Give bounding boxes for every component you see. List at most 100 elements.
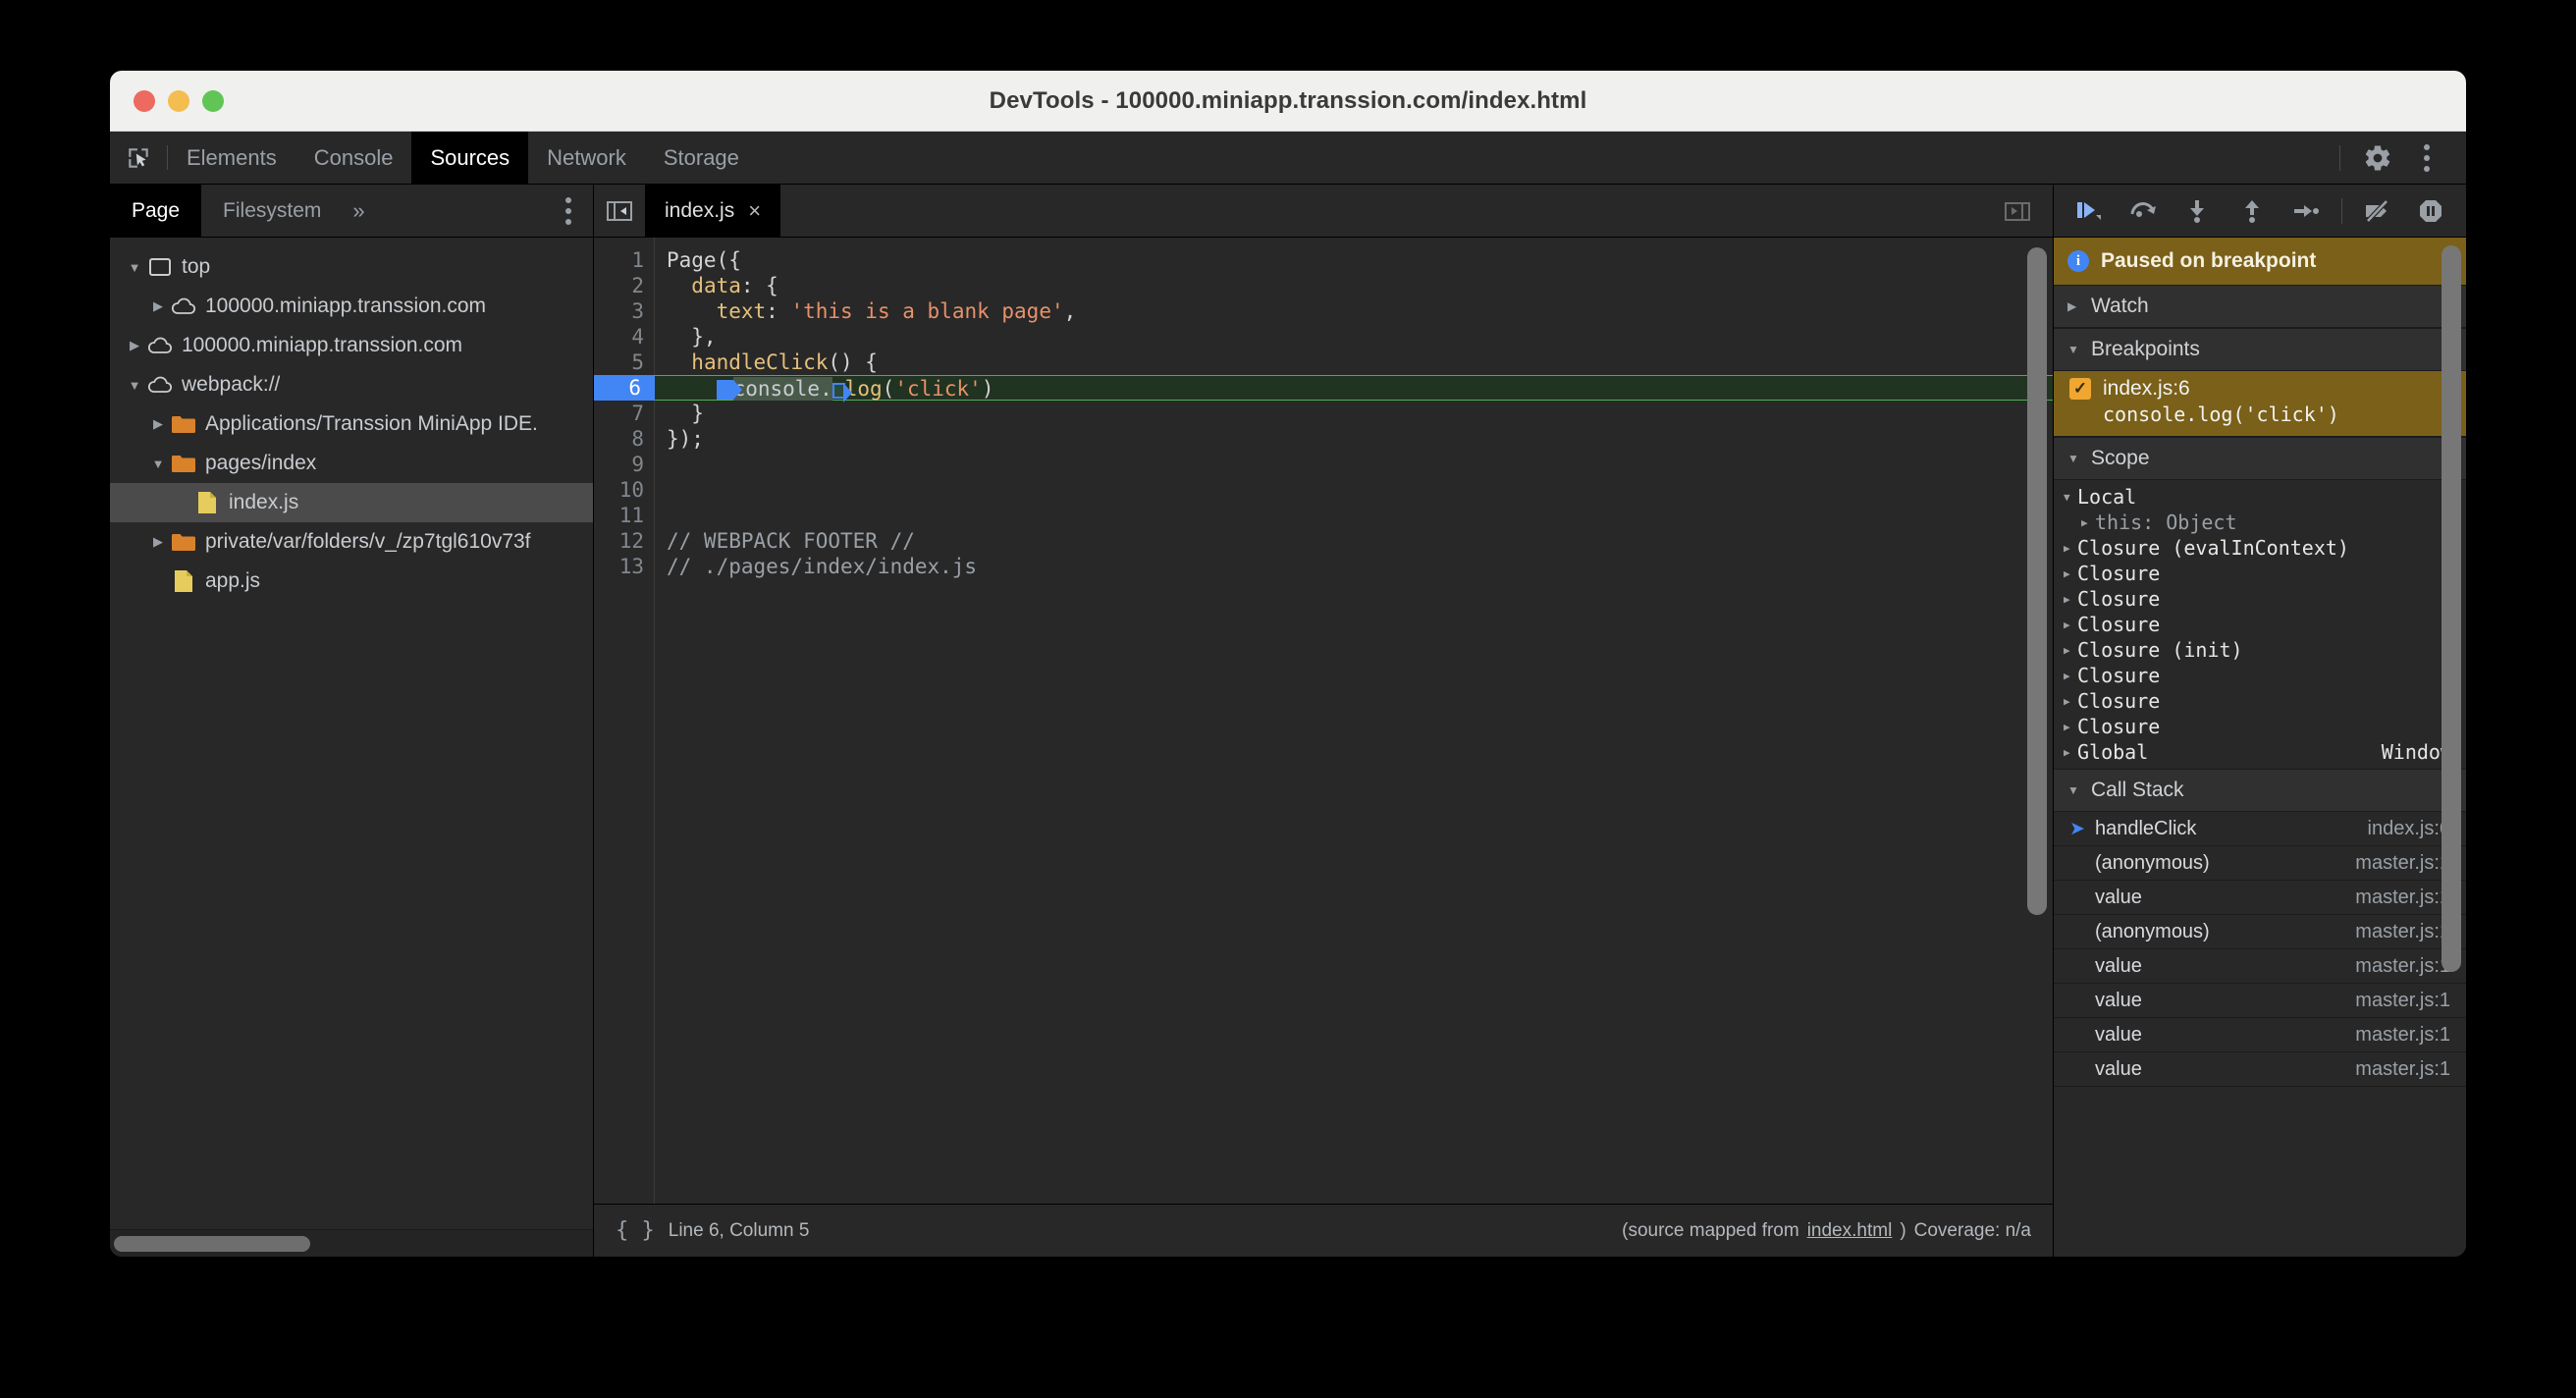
scrollbar-thumb[interactable]: [114, 1235, 310, 1252]
code-line-6-executing[interactable]: console. log('click'): [655, 375, 2053, 403]
nav-tab-filesystem[interactable]: Filesystem: [201, 185, 343, 237]
code-line-11[interactable]: [667, 503, 2053, 528]
tree-item-applications-folder[interactable]: ▶ Applications/Transsion MiniApp IDE.: [110, 404, 593, 444]
tab-storage[interactable]: Storage: [645, 132, 758, 184]
twisty-icon[interactable]: ▼: [147, 457, 169, 471]
toggle-navigator-button[interactable]: [594, 185, 645, 237]
tree-item-pages-index-folder[interactable]: ▼ pages/index: [110, 444, 593, 483]
line-number-gutter[interactable]: 1 2 3 4 5 6 7 8 9 10 11 12 13: [594, 238, 668, 1204]
scope-row-closure[interactable]: ▶ Closure: [2054, 561, 2466, 586]
tab-sources[interactable]: Sources: [411, 132, 529, 184]
step-over-button[interactable]: [2123, 191, 2163, 231]
step-into-button[interactable]: [2177, 191, 2217, 231]
code-content[interactable]: 1 2 3 4 5 6 7 8 9 10 11 12 13 Page({dat…: [594, 238, 2053, 1204]
code-line-9[interactable]: [667, 452, 2053, 477]
code-line-7[interactable]: }: [667, 401, 2053, 426]
source-map-link[interactable]: index.html: [1807, 1220, 1893, 1242]
breakpoint-marker[interactable]: 6: [594, 375, 668, 401]
breakpoint-list-item[interactable]: ✓ index.js:6 console.log('click'): [2054, 371, 2466, 437]
call-stack-frame[interactable]: value master.js:1: [2054, 984, 2466, 1018]
inspect-element-button[interactable]: [110, 132, 167, 184]
breakpoint-checkbox[interactable]: ✓: [2069, 378, 2091, 400]
tab-network[interactable]: Network: [528, 132, 645, 184]
call-stack-frame-current[interactable]: ➤ handleClick index.js:6: [2054, 812, 2466, 846]
section-watch[interactable]: ▶ Watch: [2054, 285, 2466, 328]
code-line-10[interactable]: [667, 477, 2053, 503]
code-editor[interactable]: 1 2 3 4 5 6 7 8 9 10 11 12 13 Page({dat…: [594, 238, 2053, 1204]
inline-breakpoint-marker-hollow[interactable]: [832, 383, 852, 403]
line-number[interactable]: 5: [594, 350, 654, 375]
scope-row-this[interactable]: ▶ this: Object: [2054, 510, 2466, 535]
code-line-4[interactable]: },: [667, 324, 2053, 350]
line-number[interactable]: 11: [594, 503, 654, 528]
line-number[interactable]: 4: [594, 324, 654, 350]
code-line-1[interactable]: Page({: [667, 247, 2053, 273]
code-line-8[interactable]: });: [667, 426, 2053, 452]
navigator-horizontal-scrollbar[interactable]: [110, 1229, 593, 1257]
scope-row-global[interactable]: ▶ Global Window: [2054, 739, 2466, 765]
section-breakpoints[interactable]: ▼ Breakpoints: [2054, 328, 2466, 371]
tree-item-domain-nested[interactable]: ▶ 100000.miniapp.transsion.com: [110, 287, 593, 326]
pretty-print-icon[interactable]: { }: [616, 1218, 655, 1243]
tab-console[interactable]: Console: [295, 132, 412, 184]
pause-on-exceptions-button[interactable]: [2411, 191, 2450, 231]
line-number[interactable]: 9: [594, 452, 654, 477]
tree-item-index-js[interactable]: · index.js: [110, 483, 593, 522]
tree-item-domain-root[interactable]: ▶ 100000.miniapp.transsion.com: [110, 326, 593, 365]
scope-row-closure[interactable]: ▶ Closure: [2054, 612, 2466, 637]
code-line-3[interactable]: text: 'this is a blank page',: [667, 298, 2053, 324]
navigator-overflow-button[interactable]: »: [343, 185, 374, 237]
twisty-icon[interactable]: ▼: [124, 260, 145, 275]
twisty-icon[interactable]: ▶: [147, 416, 169, 432]
editor-vertical-scrollbar[interactable]: [2027, 247, 2047, 915]
call-stack-frame[interactable]: (anonymous) master.js:1: [2054, 846, 2466, 881]
step-out-button[interactable]: [2232, 191, 2272, 231]
toggle-debugger-button[interactable]: [1996, 189, 2039, 233]
debugger-vertical-scrollbar[interactable]: [2442, 245, 2461, 972]
twisty-icon[interactable]: ▶: [147, 534, 169, 550]
scope-row-closure[interactable]: ▶ Closure: [2054, 586, 2466, 612]
code-line-13[interactable]: // ./pages/index/index.js: [667, 554, 2053, 579]
line-number[interactable]: 13: [594, 554, 654, 579]
scope-row-closure[interactable]: ▶ Closure: [2054, 688, 2466, 714]
tree-item-top[interactable]: ▼ top: [110, 247, 593, 287]
scope-row-closure[interactable]: ▶ Closure: [2054, 663, 2466, 688]
code-lines[interactable]: Page({ data: { text: 'this is a blank pa…: [655, 238, 2053, 1204]
tree-item-private-var-folder[interactable]: ▶ private/var/folders/v_/zp7tgl610v73f: [110, 522, 593, 562]
section-call-stack[interactable]: ▼ Call Stack: [2054, 769, 2466, 812]
line-number[interactable]: 3: [594, 298, 654, 324]
settings-button[interactable]: [2356, 136, 2399, 180]
code-line-12[interactable]: // WEBPACK FOOTER //: [667, 528, 2053, 554]
navigator-menu-button[interactable]: [565, 185, 593, 237]
line-number[interactable]: 8: [594, 426, 654, 452]
tree-item-app-js[interactable]: · app.js: [110, 562, 593, 601]
twisty-icon[interactable]: ▶: [147, 298, 169, 314]
inline-breakpoint-marker[interactable]: [716, 380, 742, 400]
scope-row-local[interactable]: ▼ Local: [2054, 484, 2466, 510]
nav-tab-page[interactable]: Page: [110, 185, 202, 237]
call-stack-frame[interactable]: value master.js:1: [2054, 881, 2466, 915]
call-stack-frame[interactable]: (anonymous) master.js:1: [2054, 915, 2466, 949]
call-stack-frame[interactable]: value master.js:1: [2054, 949, 2466, 984]
editor-tab-index-js[interactable]: index.js ×: [645, 185, 781, 237]
scope-row-closure[interactable]: ▶ Closure: [2054, 714, 2466, 739]
debugger-scroll-area[interactable]: i Paused on breakpoint ▶ Watch ▼ Breakpo…: [2054, 238, 2466, 1257]
code-line-5[interactable]: handleClick() {: [667, 350, 2053, 375]
more-options-button[interactable]: [2405, 136, 2448, 180]
deactivate-breakpoints-button[interactable]: [2357, 191, 2396, 231]
section-scope[interactable]: ▼ Scope: [2054, 437, 2466, 480]
line-number-breakpoint[interactable]: 6: [594, 375, 668, 401]
code-line-2[interactable]: data: {: [667, 273, 2053, 298]
resume-script-execution-button[interactable]: [2069, 191, 2109, 231]
step-button[interactable]: [2286, 191, 2326, 231]
call-stack-frame[interactable]: value master.js:1: [2054, 1052, 2466, 1087]
line-number[interactable]: 10: [594, 477, 654, 503]
scope-row-closure-evalincontext[interactable]: ▶ Closure (evalInContext): [2054, 535, 2466, 561]
twisty-icon[interactable]: ▶: [124, 338, 145, 353]
line-number[interactable]: 1: [594, 247, 654, 273]
line-number[interactable]: 7: [594, 401, 654, 426]
call-stack-frame[interactable]: value master.js:1: [2054, 1018, 2466, 1052]
line-number[interactable]: 12: [594, 528, 654, 554]
twisty-icon[interactable]: ▼: [124, 378, 145, 393]
tree-item-webpack[interactable]: ▼ webpack://: [110, 365, 593, 404]
